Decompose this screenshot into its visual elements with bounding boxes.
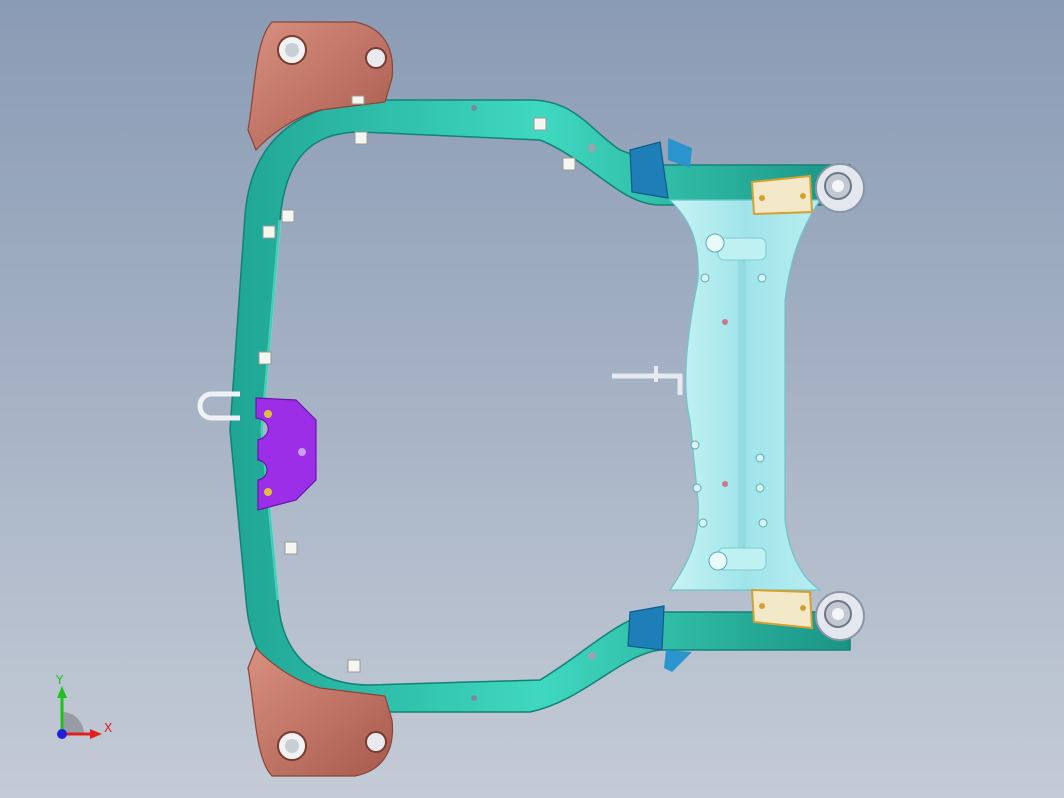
clip-markers <box>258 95 596 701</box>
side-bracket[interactable] <box>255 397 317 511</box>
control-arm-bracket-bottom[interactable] <box>750 588 814 630</box>
pipe-stub[interactable] <box>612 366 683 395</box>
control-arm-bracket-top[interactable] <box>750 174 814 216</box>
y-axis-label: Y <box>55 673 64 687</box>
subframe-model[interactable] <box>0 0 1064 798</box>
graphics-viewport[interactable]: Y X <box>0 0 1064 798</box>
coordinate-triad: Y X <box>55 673 112 739</box>
rear-crossmember[interactable] <box>668 199 822 591</box>
mount-bracket-bottom[interactable] <box>247 646 394 777</box>
bushing-top[interactable] <box>815 163 865 213</box>
x-axis-label: X <box>104 721 112 735</box>
bushing-bottom[interactable] <box>815 591 865 641</box>
